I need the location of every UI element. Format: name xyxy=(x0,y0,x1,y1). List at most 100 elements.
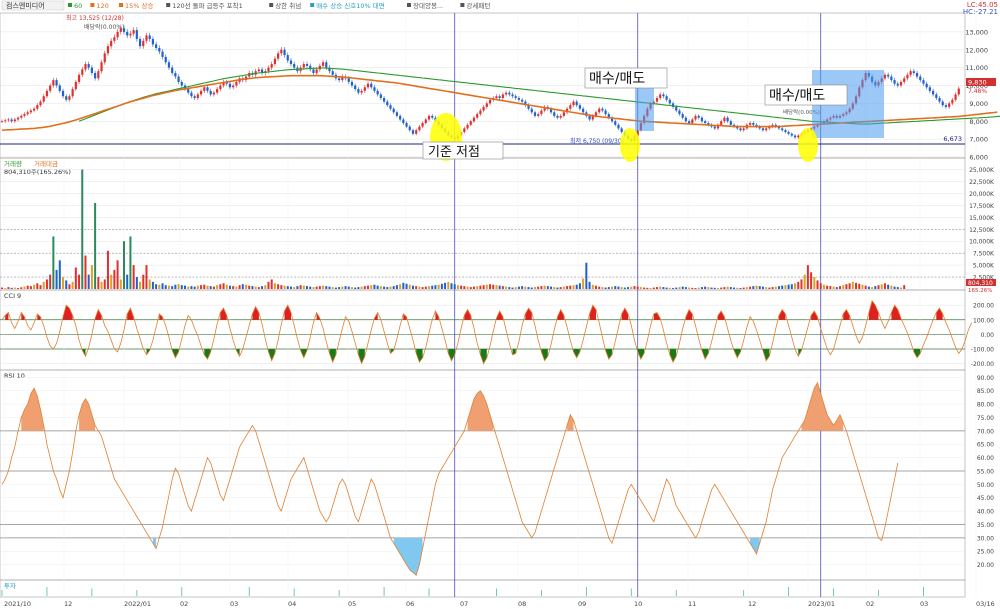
price-candle xyxy=(572,101,575,106)
volume-bar xyxy=(193,286,196,289)
price-candle xyxy=(135,30,138,40)
volume-bar xyxy=(228,285,231,289)
price-candle xyxy=(559,115,562,118)
volume-bar xyxy=(232,286,235,289)
volume-bar xyxy=(517,286,520,289)
last-pct: 7.48% xyxy=(968,88,987,95)
price-candle xyxy=(553,112,556,116)
price-candle xyxy=(373,87,376,91)
volume-bar xyxy=(94,203,97,289)
price-candle xyxy=(463,128,466,132)
price-candle xyxy=(36,105,39,109)
price-candle xyxy=(155,44,158,48)
volume-bar xyxy=(800,279,803,289)
volume-tick-label: 20,000K xyxy=(969,191,995,198)
volume-bar xyxy=(495,285,498,289)
price-candle xyxy=(418,126,421,131)
price-candle xyxy=(161,51,164,57)
rights-annotation: 배당락(0.00%) xyxy=(84,23,124,31)
volume-bar xyxy=(582,278,585,289)
price-candle xyxy=(132,30,135,34)
volume-bar xyxy=(652,287,655,289)
volume-bar xyxy=(338,287,341,289)
rsi-tick-label: 40.00 xyxy=(977,509,994,516)
volume-bar xyxy=(643,287,646,289)
x-tick-label: 09 xyxy=(578,600,586,608)
price-candle xyxy=(174,72,177,77)
volume-bar xyxy=(167,285,170,289)
rsi-tick-label: 75.00 xyxy=(977,415,994,422)
volume-bar xyxy=(171,286,174,289)
volume-bar xyxy=(177,284,180,289)
volume-bar xyxy=(142,274,145,289)
price-candle xyxy=(203,87,206,91)
volume-bar xyxy=(864,285,867,289)
volume-bar xyxy=(116,260,119,289)
price-candle xyxy=(899,81,903,86)
price-candle xyxy=(106,46,110,54)
price-candle xyxy=(761,128,765,131)
price-candle xyxy=(678,110,681,115)
legend-swatch xyxy=(310,3,315,7)
legend-swatch xyxy=(407,3,411,7)
price-candle xyxy=(26,112,29,115)
volume-bar xyxy=(428,286,431,289)
volume-bar xyxy=(617,286,620,289)
volume-bar xyxy=(71,281,74,289)
volume-bar xyxy=(392,286,395,289)
volume-bar xyxy=(594,285,597,289)
x-tick-label: 10 xyxy=(634,600,642,608)
price-candle xyxy=(424,119,427,124)
price-candle xyxy=(604,110,607,115)
volume-bar xyxy=(665,287,668,289)
price-candle xyxy=(739,128,742,131)
price-candle xyxy=(427,115,431,120)
volume-bar xyxy=(216,285,219,289)
price-candle xyxy=(138,39,142,47)
volume-bar xyxy=(331,287,334,289)
price-tick-label: 9,000 xyxy=(969,100,988,108)
volume-bar xyxy=(851,281,854,289)
volume-bar xyxy=(132,265,135,289)
price-candle xyxy=(498,96,501,99)
volume-tick-label: 5,000K xyxy=(973,263,995,270)
volume-tick-label: 22,500K xyxy=(969,179,995,186)
volume-bar xyxy=(273,283,276,289)
volume-bar xyxy=(456,285,459,289)
price-tick-label: 13,000 xyxy=(965,28,988,36)
volume-bar xyxy=(704,286,707,289)
volume-bar xyxy=(405,283,408,289)
price-candle xyxy=(533,112,537,116)
price-tick-label: 8,000 xyxy=(969,118,988,126)
price-candle xyxy=(517,98,521,100)
volume-bar xyxy=(678,287,681,289)
price-candle xyxy=(382,98,386,102)
price-candle xyxy=(110,40,113,47)
price-candle xyxy=(405,123,408,127)
price-candle xyxy=(948,103,951,107)
volume-bar xyxy=(328,286,331,289)
volume-bar xyxy=(299,285,302,289)
price-candle xyxy=(61,90,65,97)
volume-bar xyxy=(65,280,68,289)
cci-tick-label: -200.00 xyxy=(971,361,994,368)
price-candle xyxy=(23,114,26,116)
volume-bar xyxy=(209,286,212,289)
price-candle xyxy=(167,62,171,68)
legend-item: 60 xyxy=(74,2,82,10)
volume-bar xyxy=(241,284,244,289)
volume-bar xyxy=(399,284,402,289)
volume-bar xyxy=(13,287,16,289)
price-candle xyxy=(479,110,482,115)
volume-bar xyxy=(659,286,662,289)
volume-bar xyxy=(797,281,800,289)
volume-bar xyxy=(306,286,309,289)
volume-bar xyxy=(607,287,610,289)
price-candle xyxy=(389,105,392,109)
rsi-title: RSI 10 xyxy=(4,372,25,380)
legend-item: 매수 상승 신호10% 대면 xyxy=(316,1,385,10)
volume-bar xyxy=(524,286,527,289)
price-tick-label: 7,000 xyxy=(969,136,988,144)
volume-bar xyxy=(598,286,601,289)
volume-bar xyxy=(113,269,116,289)
